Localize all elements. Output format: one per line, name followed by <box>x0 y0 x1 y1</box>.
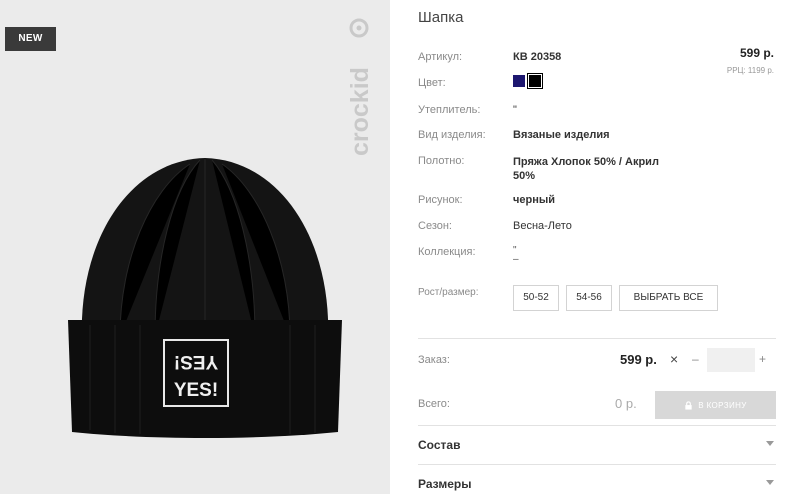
cart-button-label: В КОРЗИНУ <box>698 400 747 410</box>
attr-value: " <box>513 104 517 116</box>
attr-label: Артикул: <box>418 51 463 63</box>
multiply-sign: × <box>670 351 679 367</box>
accordion-title: Размеры <box>418 477 472 491</box>
svg-text:YES!: YES! <box>174 351 218 372</box>
divider <box>418 464 776 465</box>
product-info: Шапка 599 р. РРЦ: 1199 р. Артикул: КВ 20… <box>418 0 776 494</box>
size-label: Рост/размер: <box>418 287 479 298</box>
new-badge: NEW <box>5 27 56 51</box>
color-swatch-black[interactable] <box>527 73 543 89</box>
attr-value: черный <box>513 194 556 206</box>
color-swatches <box>513 73 543 89</box>
accordion-sizes[interactable]: Размеры <box>418 477 776 491</box>
increase-quantity-button[interactable]: + <box>759 352 766 366</box>
color-swatch-navy[interactable] <box>513 75 525 87</box>
attr-label: Коллекция: <box>418 246 476 258</box>
size-option-54-56[interactable]: 54-56 <box>566 285 612 311</box>
chevron-down-icon <box>766 480 774 485</box>
attr-value: " – <box>513 245 519 265</box>
attr-label: Утеплитель: <box>418 104 481 116</box>
attr-label: Полотно: <box>418 155 465 167</box>
chevron-down-icon <box>766 441 774 446</box>
attr-label: Сезон: <box>418 220 452 232</box>
rrp-price: РРЦ: 1199 р. <box>726 66 774 75</box>
attr-value: КВ 20358 <box>513 51 562 63</box>
attr-value: Весна-Лето <box>513 220 572 232</box>
total-value: 0 р. <box>615 396 637 411</box>
svg-text:YES!: YES! <box>174 380 218 401</box>
accordion-title: Состав <box>418 438 461 452</box>
svg-text:crockid: crockid <box>348 67 374 156</box>
accordion-composition[interactable]: Состав <box>418 438 776 452</box>
decrease-quantity-button[interactable]: – <box>692 352 699 366</box>
product-photo[interactable]: NEW crockid YES! YES! <box>0 0 390 494</box>
attr-value: Пряжа Хлопок 50% / Акрил 50% <box>513 156 659 182</box>
quantity-input[interactable] <box>707 348 755 372</box>
product-price: 599 р. <box>739 46 774 60</box>
attr-value: Вязаные изделия <box>513 129 610 141</box>
select-all-sizes-button[interactable]: ВЫБРАТЬ ВСЕ <box>619 285 718 311</box>
attr-label: Цвет: <box>418 77 446 89</box>
divider <box>418 425 776 426</box>
product-title: Шапка <box>418 9 464 26</box>
attr-label: Вид изделия: <box>418 129 486 141</box>
lock-icon <box>685 400 692 410</box>
add-to-cart-button[interactable]: В КОРЗИНУ <box>655 391 776 419</box>
beanie-image: YES! YES! <box>68 158 342 438</box>
order-price: 599 р. <box>620 352 657 367</box>
total-label: Всего: <box>418 398 450 410</box>
size-option-50-52[interactable]: 50-52 <box>513 285 559 311</box>
divider <box>418 338 776 339</box>
attr-label: Рисунок: <box>418 194 463 206</box>
order-label: Заказ: <box>418 354 450 366</box>
brand-logo: crockid <box>348 18 374 156</box>
